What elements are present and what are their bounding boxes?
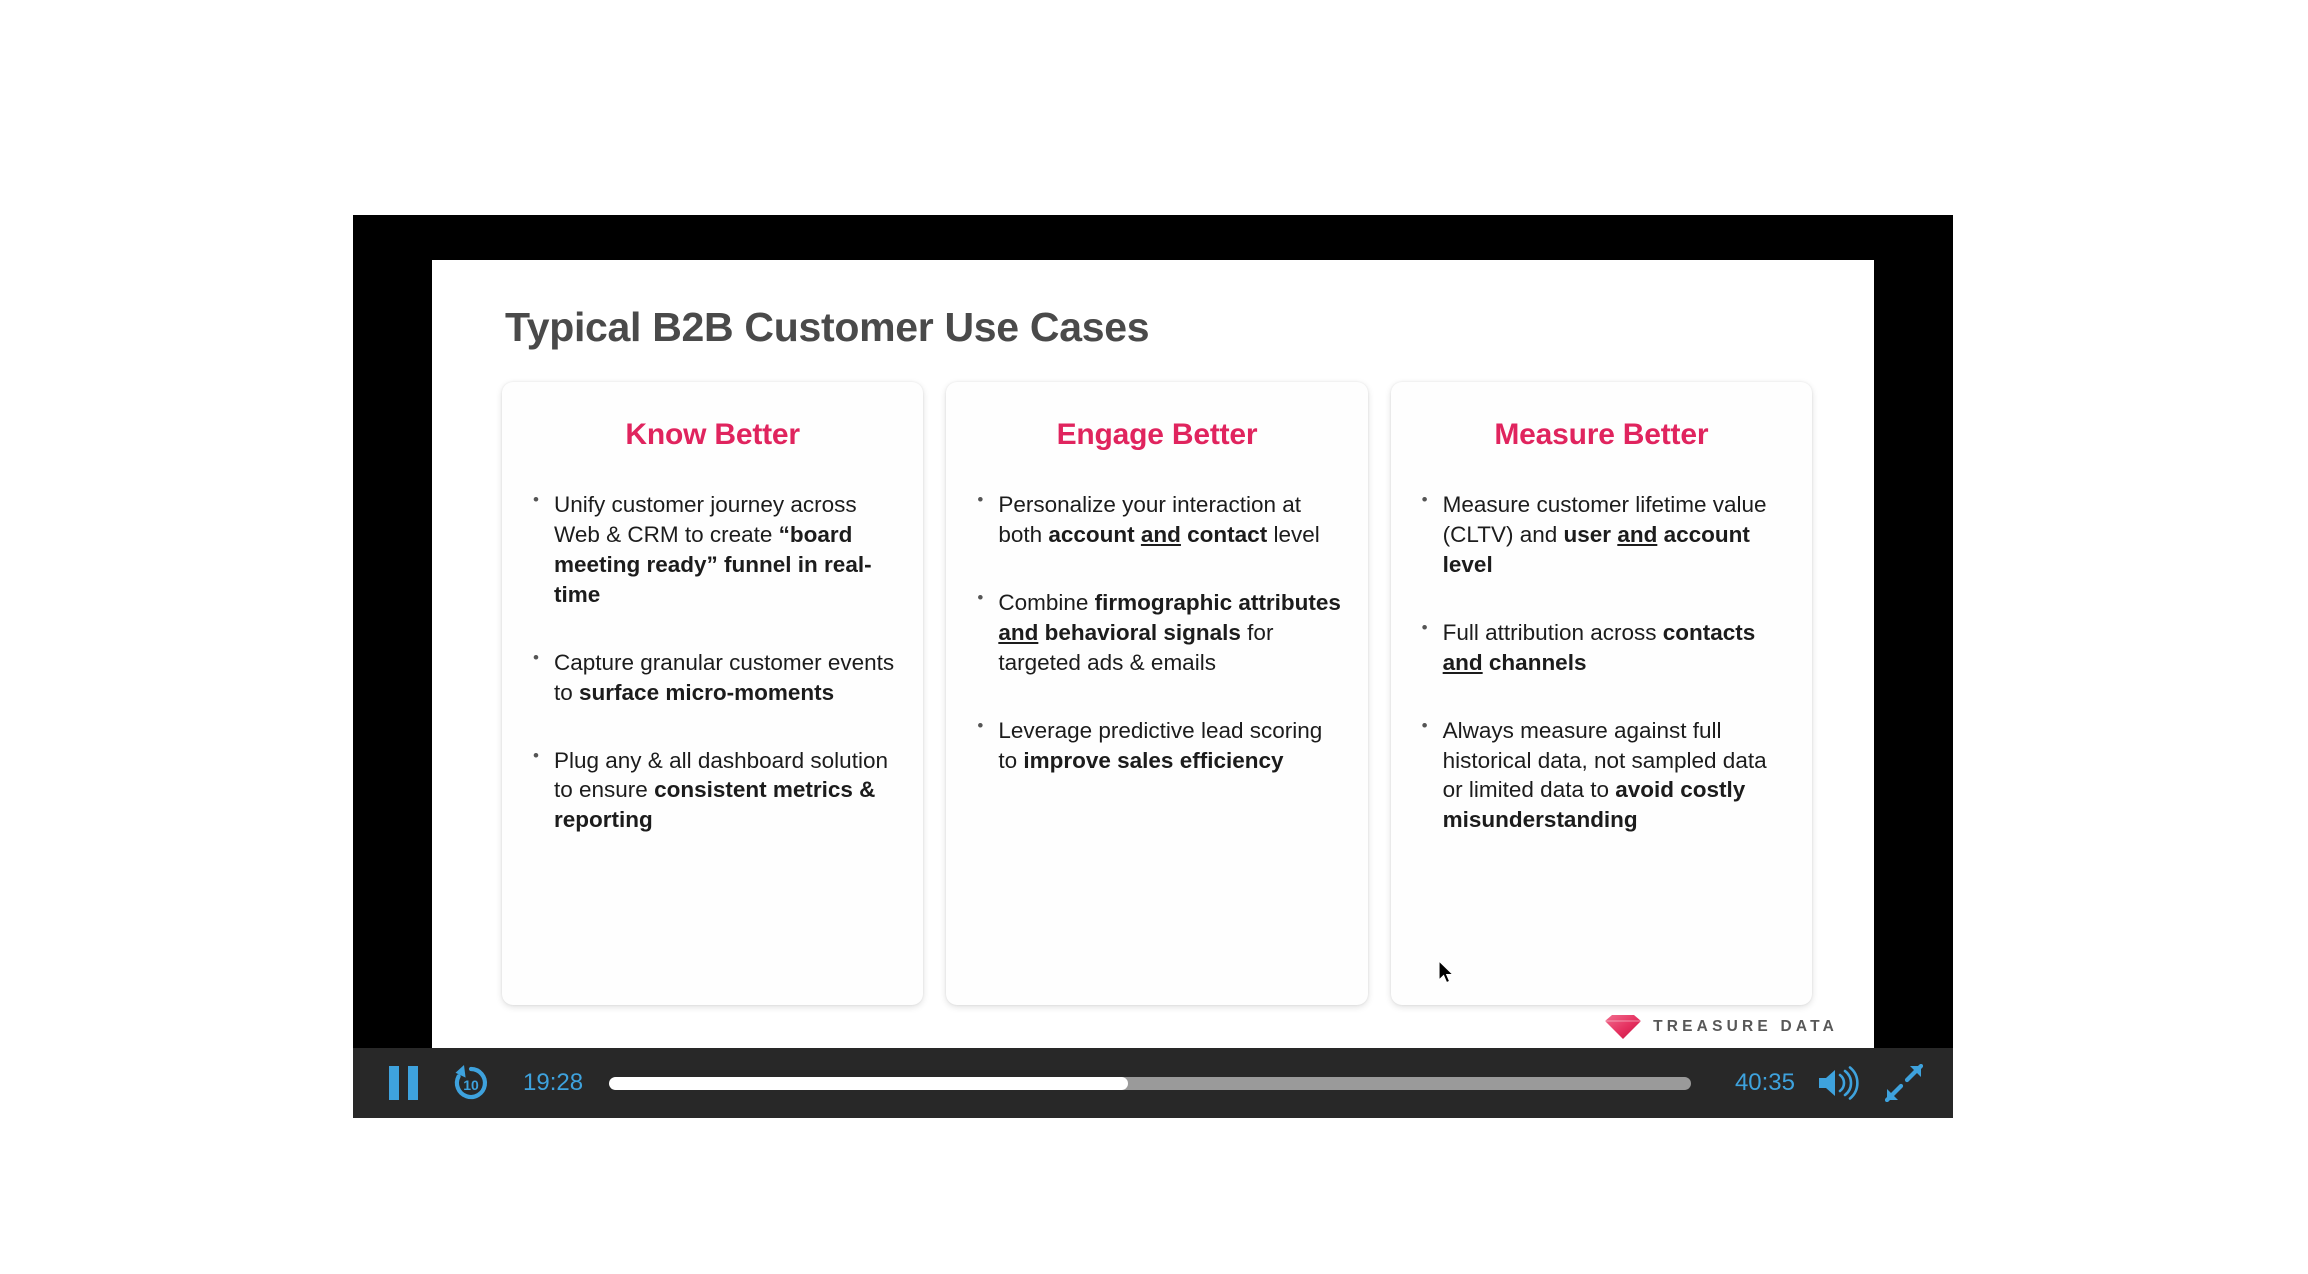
bullet-text-segment: Full attribution across: [1442, 619, 1663, 645]
use-case-card-engage-better: Engage Better Personalize your interacti…: [946, 382, 1368, 1005]
bullet-text-segment: contacts: [1662, 619, 1756, 645]
rewind-10-button[interactable]: 10: [443, 1058, 499, 1108]
bullet-text-segment: user: [1563, 521, 1618, 547]
bullet-item: Measure customer lifetime value (CLTV) a…: [1417, 489, 1786, 580]
card-heading: Know Better: [625, 418, 800, 451]
bullet-list: Measure customer lifetime value (CLTV) a…: [1417, 489, 1786, 836]
bullet-text-segment: improve sales efficiency: [1023, 747, 1284, 773]
treasure-data-logo: TREASURE DATA: [1604, 1014, 1838, 1040]
treasure-data-wordmark: TREASURE DATA: [1653, 1018, 1838, 1035]
fullscreen-expand-icon: [1885, 1064, 1923, 1102]
bullet-text-segment: and: [998, 619, 1039, 645]
volume-icon: [1819, 1066, 1859, 1100]
bullet-item: Capture granular customer events to surf…: [528, 647, 897, 708]
bullet-text-segment: firmographic attributes: [1094, 589, 1341, 615]
use-case-card-measure-better: Measure Better Measure customer lifetime…: [1390, 382, 1812, 1005]
diamond-gem-icon: [1604, 1014, 1642, 1040]
pause-icon-bar-right: [407, 1066, 418, 1100]
bullet-text-segment: contact: [1180, 521, 1268, 547]
progress-bar[interactable]: [609, 1075, 1691, 1091]
pause-button[interactable]: [377, 1060, 429, 1106]
volume-button[interactable]: [1813, 1060, 1863, 1106]
bullet-text-segment: channels: [1482, 649, 1587, 675]
total-time-label: 40:35: [1734, 1069, 1795, 1096]
video-player: Typical B2B Customer Use Cases Know Bett…: [353, 215, 1953, 1118]
current-time-label: 19:28: [523, 1069, 584, 1096]
bullet-item: Unify customer journey across Web & CRM …: [528, 489, 897, 610]
rewind-10-icon: 10: [454, 1065, 488, 1100]
bullet-list: Unify customer journey across Web & CRM …: [528, 489, 897, 836]
bullet-text-segment: level: [1267, 521, 1320, 547]
pause-icon-bar-left: [388, 1066, 399, 1100]
bullet-item: Leverage predictive lead scoring to impr…: [972, 715, 1341, 776]
bullet-text-segment: surface micro-moments: [579, 679, 835, 705]
bullet-text-segment: and: [1442, 649, 1483, 675]
rewind-seconds-label: 10: [463, 1077, 479, 1093]
card-heading: Engage Better: [1056, 418, 1258, 451]
bullet-text-segment: behavioral signals: [1038, 619, 1241, 645]
bullet-item: Full attribution across contacts and cha…: [1417, 617, 1786, 678]
progress-fill: [609, 1076, 1129, 1090]
bullet-item: Personalize your interaction at both acc…: [972, 489, 1341, 550]
slide-canvas: Typical B2B Customer Use Cases Know Bett…: [432, 260, 1874, 1048]
fullscreen-button[interactable]: [1879, 1060, 1929, 1106]
bullet-text-segment: and: [1617, 521, 1658, 547]
card-heading: Measure Better: [1494, 418, 1709, 451]
bullet-text-segment: and: [1140, 521, 1181, 547]
bullet-item: Plug any & all dashboard solution to ens…: [528, 745, 897, 836]
bullet-text-segment: account: [1048, 521, 1141, 547]
bullet-item: Always measure against full historical d…: [1417, 715, 1786, 836]
bullet-text-segment: Combine: [998, 589, 1095, 615]
progress-track[interactable]: [609, 1076, 1691, 1090]
use-case-card-grid: Know Better Unify customer journey acros…: [502, 382, 1812, 1005]
use-case-card-know-better: Know Better Unify customer journey acros…: [502, 382, 924, 1005]
bullet-list: Personalize your interaction at both acc…: [972, 489, 1341, 776]
slide-title: Typical B2B Customer Use Cases: [505, 304, 1150, 350]
bullet-item: Combine firmographic attributes and beha…: [972, 587, 1341, 678]
player-control-bar: 10 19:28 40:35: [353, 1048, 1953, 1118]
